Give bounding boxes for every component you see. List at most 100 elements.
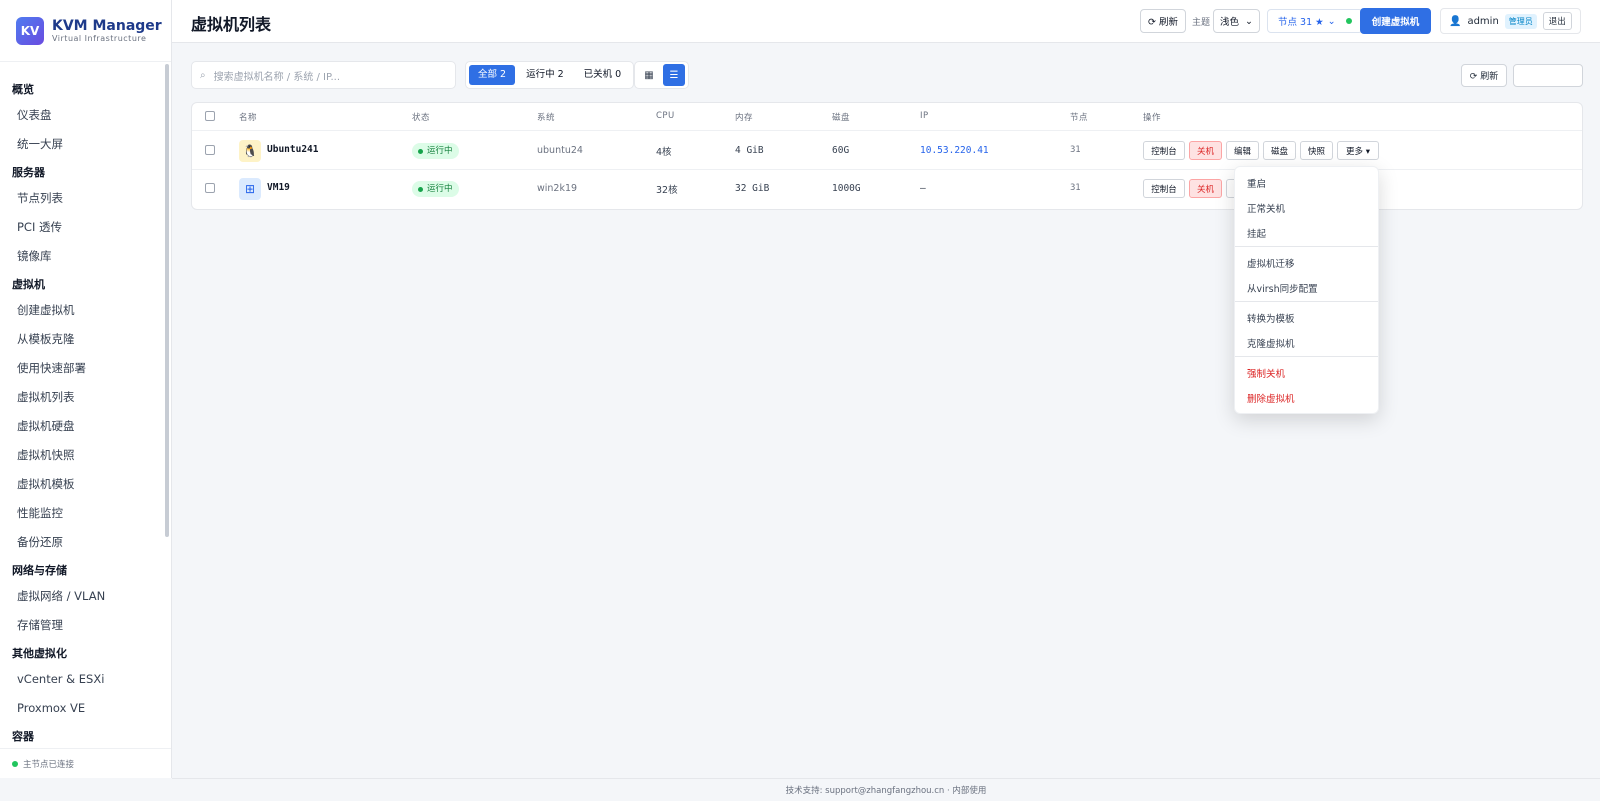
- nav-group-title: 网络与存储: [12, 564, 67, 577]
- chevron-down-icon: ⌄: [1245, 15, 1253, 27]
- column-ip: IP: [920, 111, 929, 121]
- column-os: 系统: [537, 113, 556, 123]
- sidebar-item[interactable]: Proxmox VE: [0, 694, 165, 723]
- node-label: 节点 31 ★: [1278, 17, 1324, 28]
- brand[interactable]: KV KVM Manager Virtual Infrastructure: [0, 0, 171, 62]
- menu-item-clone[interactable]: 克隆虚拟机: [1247, 336, 1295, 350]
- shutdown-button[interactable]: 关机: [1189, 179, 1222, 198]
- sidebar-item[interactable]: 使用快速部署: [0, 354, 165, 383]
- sidebar-item[interactable]: 备份还原: [0, 528, 165, 557]
- status-dot-icon: [12, 760, 18, 767]
- sidebar-item[interactable]: 虚拟机快照: [0, 441, 165, 470]
- sidebar-item[interactable]: 节点列表: [0, 184, 165, 213]
- brand-logo: KV: [16, 16, 44, 45]
- menu-item-suspend[interactable]: 挂起: [1247, 226, 1266, 240]
- nav-group-title: 概览: [12, 83, 34, 96]
- search-icon: ⌕: [200, 69, 206, 81]
- column-cpu: CPU: [656, 111, 675, 121]
- theme-label: 主题: [1192, 18, 1211, 28]
- page-footer: 技术支持: support@zhangfangzhou.cn · 内部使用: [172, 778, 1600, 801]
- vm-disk: 60G: [832, 145, 850, 156]
- nav-group-title: 其他虚拟化: [12, 647, 67, 660]
- sidebar-item[interactable]: 仪表盘: [0, 101, 165, 130]
- filter-running[interactable]: 运行中 2: [517, 65, 573, 85]
- menu-item-convert-template[interactable]: 转换为模板: [1247, 311, 1295, 325]
- sidebar-item[interactable]: 创建虚拟机: [0, 296, 165, 325]
- menu-item-reboot[interactable]: 重启: [1247, 176, 1266, 190]
- chevron-down-icon: ⌄: [1327, 15, 1336, 27]
- vm-memory: 4 GiB: [735, 145, 764, 156]
- sidebar-item[interactable]: 虚拟机模板: [0, 470, 165, 499]
- vm-name[interactable]: Ubuntu241: [267, 144, 318, 155]
- menu-divider: [1235, 356, 1378, 357]
- row-checkbox[interactable]: [205, 145, 215, 155]
- menu-item-migrate[interactable]: 虚拟机迁移: [1247, 256, 1295, 270]
- vm-name[interactable]: VM19: [267, 182, 290, 193]
- toolbar-create-vm-button[interactable]: + 创建虚拟机: [1513, 64, 1583, 87]
- more-button[interactable]: 更多 ▾: [1337, 141, 1379, 160]
- edit-button[interactable]: 编辑: [1226, 141, 1259, 160]
- logout-button[interactable]: 退出: [1542, 12, 1572, 30]
- menu-item-graceful-shutdown[interactable]: 正常关机: [1247, 201, 1285, 215]
- theme-select[interactable]: 浅色 ⌄: [1213, 9, 1260, 33]
- select-all-checkbox[interactable]: [205, 111, 215, 121]
- nav-group-title: 服务器: [12, 166, 45, 179]
- header-create-vm-button[interactable]: 创建虚拟机: [1360, 8, 1431, 34]
- row-checkbox[interactable]: [205, 183, 215, 193]
- menu-item-delete[interactable]: 删除虚拟机: [1247, 391, 1295, 405]
- role-badge: 管理员: [1504, 13, 1537, 29]
- status-filter-group: 全部 2 运行中 2 已关机 0: [465, 61, 635, 89]
- theme-value: 浅色: [1220, 17, 1240, 28]
- sidebar-scrollbar[interactable]: [165, 64, 169, 537]
- search-placeholder: 搜索虚拟机名称 / 系统 / IP...: [213, 71, 341, 83]
- sidebar-item[interactable]: 从模板克隆: [0, 325, 165, 354]
- connection-status-text: 主节点已连接: [23, 759, 75, 770]
- sidebar-item[interactable]: 虚拟机列表: [0, 383, 165, 412]
- footer-text: 技术支持: support@zhangfangzhou.cn · 内部使用: [785, 786, 987, 796]
- node-selector[interactable]: 节点 31 ★ ⌄: [1267, 9, 1363, 33]
- toolbar-refresh-button[interactable]: ⟳ 刷新: [1461, 64, 1507, 87]
- sidebar-item[interactable]: 性能监控: [0, 499, 165, 528]
- nav-group-title: 虚拟机: [12, 278, 45, 291]
- menu-divider: [1235, 246, 1378, 247]
- column-memory: 内存: [735, 113, 754, 123]
- console-button[interactable]: 控制台: [1143, 141, 1185, 160]
- vm-cpu: 4核: [656, 147, 672, 158]
- status-badge: 运行中: [412, 143, 459, 159]
- snapshot-button[interactable]: 快照: [1300, 141, 1333, 160]
- filter-stopped[interactable]: 已关机 0: [575, 65, 631, 85]
- sidebar-item[interactable]: 镜像库: [0, 242, 165, 271]
- vm-disk: 1000G: [832, 183, 861, 194]
- connection-status: 主节点已连接: [0, 748, 171, 778]
- header-refresh-button[interactable]: ⟳ 刷新: [1140, 9, 1186, 33]
- list-view-icon[interactable]: ☰: [663, 64, 685, 86]
- user-icon: 👤: [1449, 15, 1462, 27]
- table-row[interactable]: 🐧 Ubuntu241 运行中 ubuntu24 4核 4 GiB 60G 10…: [192, 131, 1582, 170]
- console-button[interactable]: 控制台: [1143, 179, 1185, 198]
- shutdown-button[interactable]: 关机: [1189, 141, 1222, 160]
- view-toggle: ▦ ☰: [634, 61, 689, 89]
- sidebar-item[interactable]: 统一大屏: [0, 130, 165, 159]
- sidebar-item[interactable]: 存储管理: [0, 611, 165, 640]
- vm-node: 31: [1070, 145, 1081, 155]
- search-input[interactable]: ⌕ 搜索虚拟机名称 / 系统 / IP...: [191, 61, 456, 89]
- menu-item-force-shutdown[interactable]: 强制关机: [1247, 366, 1285, 380]
- disk-button[interactable]: 磁盘: [1263, 141, 1296, 160]
- sidebar-nav: 概览仪表盘 统一大屏服务器节点列表 PCI 透传 镜像库虚拟机创建虚拟机 从模板克隆 使用…: [0, 62, 165, 748]
- column-node: 节点: [1070, 113, 1089, 123]
- nav-group-title: 容器: [12, 730, 34, 743]
- sidebar-item[interactable]: 虚拟机硬盘: [0, 412, 165, 441]
- vm-ip[interactable]: 10.53.220.41: [920, 145, 989, 156]
- windows-icon: ⊞: [239, 178, 261, 200]
- column-name: 名称: [239, 113, 258, 123]
- vm-memory: 32 GiB: [735, 183, 770, 194]
- sidebar-item[interactable]: 虚拟网络 / VLAN: [0, 582, 165, 611]
- sidebar-item[interactable]: PCI 透传: [0, 213, 165, 242]
- vm-cpu: 32核: [656, 185, 678, 196]
- grid-view-icon[interactable]: ▦: [638, 64, 660, 86]
- table-header: 名称 状态 系统 CPU 内存 磁盘 IP 节点 操作: [192, 103, 1582, 131]
- column-disk: 磁盘: [832, 113, 851, 123]
- sidebar-item[interactable]: vCenter & ESXi: [0, 665, 165, 694]
- menu-item-sync-virsh[interactable]: 从virsh同步配置: [1247, 281, 1318, 295]
- filter-all[interactable]: 全部 2: [469, 65, 516, 85]
